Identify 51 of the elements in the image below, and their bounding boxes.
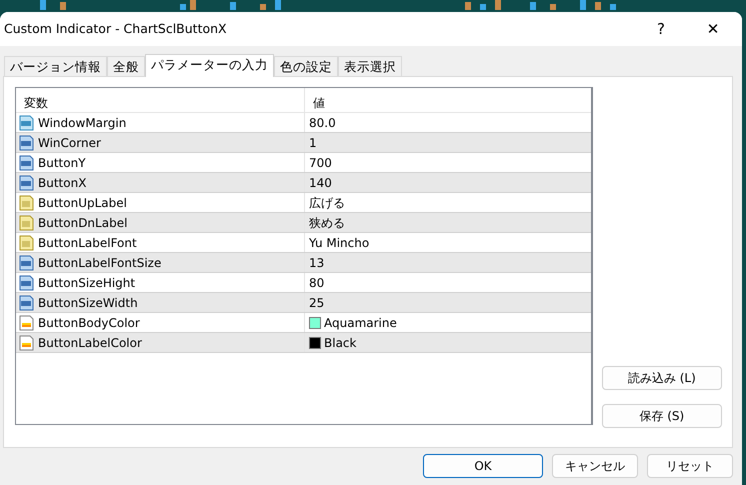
parameter-name: WinCorner <box>38 134 101 152</box>
side-button[interactable]: 読み込み (L) <box>602 366 722 390</box>
parameter-name: ButtonX <box>38 174 86 192</box>
parameter-value[interactable]: 13 <box>309 254 324 272</box>
tab[interactable]: パラメーターの入力 <box>145 54 274 77</box>
column-header[interactable]: 変数 <box>16 88 305 112</box>
parameter-value[interactable]: Aquamarine <box>324 314 397 332</box>
parameter-name: ButtonBodyColor <box>38 314 140 332</box>
number-type-icon <box>19 154 34 170</box>
parameter-value[interactable]: 80.0 <box>309 114 336 132</box>
parameter-name: WindowMargin <box>38 114 126 132</box>
tab[interactable]: 表示選択 <box>338 56 402 76</box>
close-button[interactable]: ✕ <box>684 12 742 46</box>
dialog-button[interactable]: リセット <box>647 454 733 478</box>
parameter-value[interactable]: Yu Mincho <box>309 234 370 252</box>
help-button[interactable]: ? <box>638 12 684 46</box>
side-button[interactable]: 保存 (S) <box>602 404 722 428</box>
tab[interactable]: バージョン情報 <box>4 56 107 76</box>
number-type-icon <box>19 254 34 270</box>
parameter-value[interactable]: 700 <box>309 154 332 172</box>
number-type-icon <box>19 294 34 310</box>
parameter-value[interactable]: 80 <box>309 274 324 292</box>
tab[interactable]: 全般 <box>107 56 145 76</box>
color-type-icon <box>19 314 34 330</box>
parameter-value[interactable]: Black <box>324 334 356 352</box>
parameter-name: ButtonY <box>38 154 86 172</box>
parameter-name: ButtonSizeWidth <box>38 294 138 312</box>
text-type-icon <box>19 214 34 230</box>
parameter-value[interactable]: 狭める <box>309 214 345 232</box>
number-type-icon <box>19 114 34 130</box>
parameter-value[interactable]: 広げる <box>309 194 345 212</box>
parameter-name: ButtonLabelFont <box>38 234 137 252</box>
window-title: Custom Indicator - ChartSclButtonX <box>4 20 228 38</box>
tab[interactable]: 色の設定 <box>274 56 338 76</box>
color-type-icon <box>19 334 34 350</box>
parameter-name: ButtonLabelFontSize <box>38 254 162 272</box>
parameter-value[interactable]: 25 <box>309 294 324 312</box>
text-type-icon <box>19 234 34 250</box>
parameter-value[interactable]: 1 <box>309 134 317 152</box>
column-header[interactable]: 値 <box>305 88 591 112</box>
parameter-name: ButtonSizeHight <box>38 274 136 292</box>
dialog-button[interactable]: キャンセル <box>552 454 638 478</box>
dialog-button[interactable]: OK <box>423 454 543 478</box>
parameter-name: ButtonLabelColor <box>38 334 142 352</box>
number-type-icon <box>19 134 34 150</box>
parameter-name: ButtonDnLabel <box>38 214 128 232</box>
text-type-icon <box>19 194 34 210</box>
parameter-value[interactable]: 140 <box>309 174 332 192</box>
number-type-icon <box>19 274 34 290</box>
parameter-name: ButtonUpLabel <box>38 194 127 212</box>
number-type-icon <box>19 174 34 190</box>
